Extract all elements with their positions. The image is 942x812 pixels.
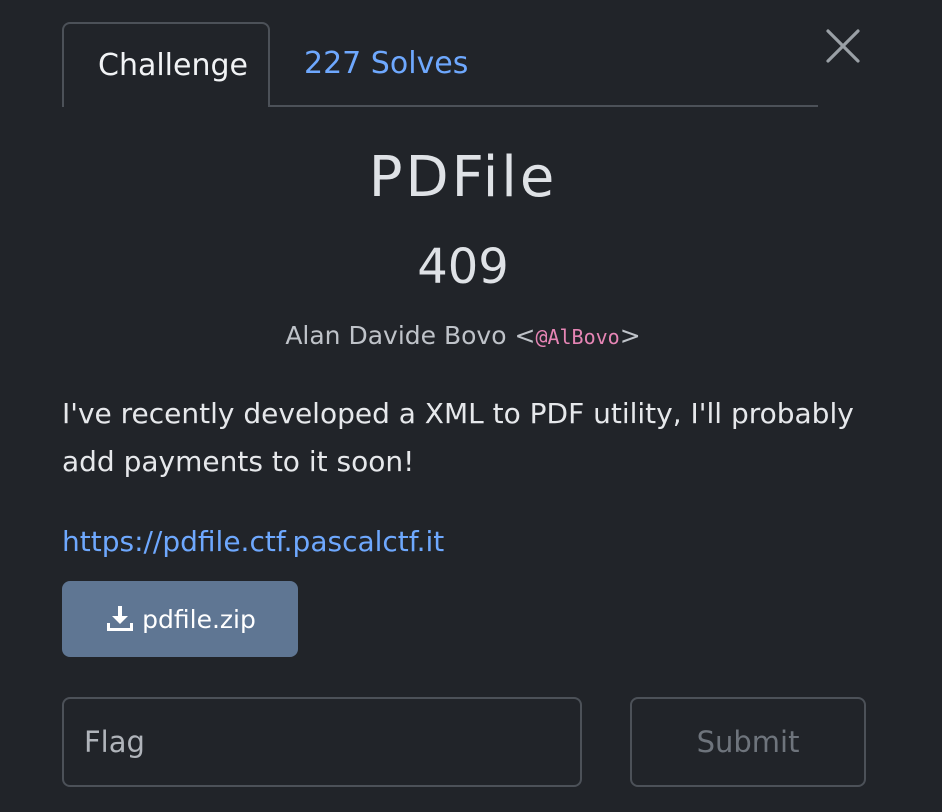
download-file-label: pdfile.zip — [142, 604, 256, 634]
close-button[interactable] — [823, 26, 863, 66]
challenge-title: PDFile — [368, 145, 558, 210]
author-open-bracket: < — [514, 321, 536, 350]
submit-button[interactable]: Submit — [630, 697, 866, 787]
challenge-modal: Challenge 227 Solves PDFile 409 Alan Dav… — [0, 0, 942, 812]
flag-input[interactable] — [62, 697, 582, 787]
close-icon — [826, 29, 860, 63]
challenge-author: Alan Davide Bovo <@AlBovo> — [0, 316, 926, 357]
author-handle: @AlBovo — [535, 325, 620, 349]
challenge-description: I've recently developed a XML to PDF uti… — [62, 397, 854, 478]
challenge-link[interactable]: https://pdfile.ctf.pascalctf.it — [62, 520, 444, 564]
tab-solves[interactable]: 227 Solves — [270, 22, 502, 105]
download-file-button[interactable]: pdfile.zip — [62, 581, 298, 657]
download-icon — [107, 606, 134, 631]
author-name: Alan Davide Bovo — [285, 321, 507, 350]
challenge-points: 409 — [417, 239, 509, 295]
tab-challenge[interactable]: Challenge — [62, 22, 270, 107]
author-close-bracket: > — [619, 321, 641, 350]
tab-bar: Challenge 227 Solves — [62, 22, 818, 107]
